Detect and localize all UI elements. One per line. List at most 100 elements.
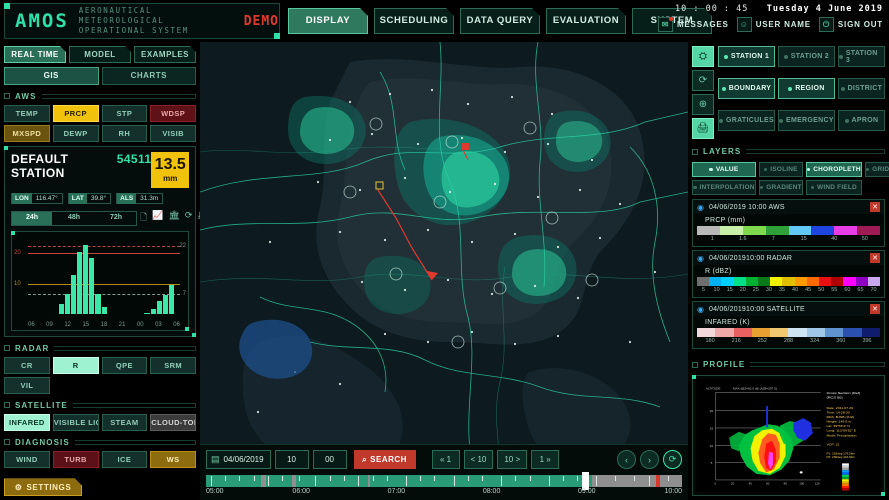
profile-group-label: PROFILE: [703, 360, 745, 369]
lat-value: 39.8°: [87, 193, 110, 204]
diag-ice[interactable]: ICE: [102, 451, 148, 468]
close-icon[interactable]: ✕: [870, 202, 880, 212]
close-icon[interactable]: ✕: [870, 304, 880, 314]
chip-boundary[interactable]: BOUNDARY: [718, 78, 775, 99]
sat-steam[interactable]: STEAM: [102, 414, 148, 431]
aws-wdsp[interactable]: WDSP: [150, 105, 196, 122]
radar-qpe[interactable]: QPE: [102, 357, 148, 374]
profile-panel[interactable]: Cross Section (Ref) (RCS 50) Date: 2011.…: [692, 375, 885, 496]
range-72h[interactable]: 72h: [96, 212, 136, 225]
chip-station-2[interactable]: STATION 2: [778, 46, 835, 67]
layer-interpolation[interactable]: INTERPOLATION: [692, 180, 756, 195]
aws-dewp[interactable]: DEWP: [53, 125, 99, 142]
eye-icon[interactable]: ◉: [697, 203, 704, 212]
step-forward-button[interactable]: ›: [640, 450, 659, 469]
diag-turb[interactable]: TURB: [53, 451, 99, 468]
close-icon[interactable]: ✕: [870, 253, 880, 263]
date-field[interactable]: ▤ 04/06/2019: [206, 450, 271, 469]
aws-temp[interactable]: TEMP: [4, 105, 50, 122]
colorbar-tick: 1: [697, 236, 728, 242]
layer-isoline[interactable]: ISOLINE: [759, 162, 803, 177]
chip-emergency[interactable]: EMERGENCY: [778, 110, 835, 131]
diagnosis-button-grid: WIND TURB ICE WS: [4, 451, 196, 468]
aws-rh[interactable]: RH: [102, 125, 148, 142]
colorbar-swatch: [819, 277, 831, 286]
colorbar-swatch: [697, 328, 715, 337]
chip-apron[interactable]: APRON: [838, 110, 885, 131]
zoom-in-icon[interactable]: ⊕: [692, 94, 714, 115]
station-pin-icon[interactable]: ⛭: [692, 46, 714, 67]
layer-choropleth[interactable]: CHOROPLETH: [806, 162, 862, 177]
chip-label: BOUNDARY: [729, 85, 772, 92]
envelope-icon: ✉: [658, 17, 673, 32]
tab-examples[interactable]: EXAMPLES: [134, 46, 196, 63]
range-24h[interactable]: 24h: [12, 212, 52, 225]
user-button[interactable]: ☺ USER NAME: [737, 17, 811, 32]
document-icon[interactable]: 🗋: [140, 210, 147, 226]
colorbar-swatch: [715, 328, 733, 337]
line-chart-icon[interactable]: 📈: [152, 210, 163, 226]
hour-field[interactable]: 10: [275, 450, 309, 469]
range-48h[interactable]: 48h: [54, 212, 94, 225]
tab-real-time[interactable]: REAL TIME: [4, 46, 66, 63]
messages-button[interactable]: ✉ MESSAGES: [658, 17, 729, 32]
svg-text:Time: 14:28:30: Time: 14:28:30: [826, 411, 849, 414]
nav-data-query[interactable]: DATA QUERY: [460, 8, 540, 34]
diag-wind[interactable]: WIND: [4, 451, 50, 468]
chart-x-tick: 18: [101, 322, 108, 328]
page-prev[interactable]: < 10: [464, 450, 494, 469]
aws-stp[interactable]: STP: [102, 105, 148, 122]
layer-wind-field[interactable]: WIND FIELD: [806, 180, 862, 195]
chip-station-1[interactable]: STATION 1: [718, 46, 775, 67]
page-next[interactable]: 10 >: [497, 450, 527, 469]
search-button[interactable]: ⌕ SEARCH: [354, 450, 416, 469]
layer-value[interactable]: VALUE: [692, 162, 756, 177]
time-slider[interactable]: [206, 475, 682, 487]
radar-r[interactable]: R: [53, 357, 99, 374]
refresh-icon[interactable]: ⟳: [185, 210, 193, 226]
map-view[interactable]: DEFAULT STATION ▤ 04/06/2019 10 00 ⌕ SEA…: [200, 42, 688, 500]
search-icon: ⌕: [362, 455, 367, 465]
segment-charts[interactable]: CHARTS: [102, 67, 197, 85]
segment-gis[interactable]: GIS: [4, 67, 99, 85]
bar-chart-icon[interactable]: 🏛: [168, 210, 179, 226]
diag-ws[interactable]: WS: [150, 451, 196, 468]
aws-visib[interactable]: VISIB: [150, 125, 196, 142]
sat-infared[interactable]: INFARED: [4, 414, 50, 431]
nav-scheduling[interactable]: SCHEDULING: [374, 8, 454, 34]
tab-model[interactable]: MODEL: [69, 46, 131, 63]
reload-button[interactable]: ⟳: [663, 450, 682, 469]
settings-button[interactable]: ⚙ SETTINGS: [4, 478, 82, 496]
timeline-tick-label: 06:00: [292, 488, 310, 495]
minute-field[interactable]: 00: [313, 450, 347, 469]
layer-gradient[interactable]: GRADIENT: [759, 180, 803, 195]
rotate-icon[interactable]: ⟳: [692, 70, 714, 91]
chip-station-3[interactable]: STATION 3: [838, 46, 885, 67]
print-icon[interactable]: 🖨: [692, 118, 714, 139]
sat-visible-light[interactable]: VISIBLE LIGHT: [53, 414, 99, 431]
step-back-button[interactable]: ‹: [617, 450, 636, 469]
eye-icon[interactable]: ◉: [697, 305, 704, 314]
aws-prcp[interactable]: PRCP: [53, 105, 99, 122]
radar-vil[interactable]: VIL: [4, 377, 50, 394]
eye-icon[interactable]: ◉: [697, 254, 704, 263]
aws-mxspd[interactable]: MXSPD: [4, 125, 50, 142]
chip-graticules[interactable]: GRATICULES: [718, 110, 775, 131]
page-first[interactable]: « 1: [432, 450, 460, 469]
nav-display[interactable]: DISPLAY: [288, 8, 368, 34]
page-last[interactable]: 1 »: [531, 450, 559, 469]
layer-grid[interactable]: GRID: [865, 162, 889, 177]
chart-bar: [59, 304, 64, 314]
radar-cr[interactable]: CR: [4, 357, 50, 374]
app-logo: AMOS: [15, 10, 69, 32]
chip-district[interactable]: DISTRICT: [838, 78, 885, 99]
sat-cloud-top[interactable]: CLOUD-TOP: [150, 414, 196, 431]
nav-evaluation[interactable]: EVALUATION: [546, 8, 626, 34]
radar-srm[interactable]: SRM: [150, 357, 196, 374]
colorbar-swatch: [782, 277, 794, 286]
chart-x-tick: 12: [64, 322, 71, 328]
chip-region[interactable]: REGION: [778, 78, 835, 99]
signout-button[interactable]: ⏻ SIGN OUT: [819, 17, 883, 32]
colorbar-tick: 65: [854, 287, 867, 293]
radar-group-header: RADAR: [4, 343, 196, 353]
